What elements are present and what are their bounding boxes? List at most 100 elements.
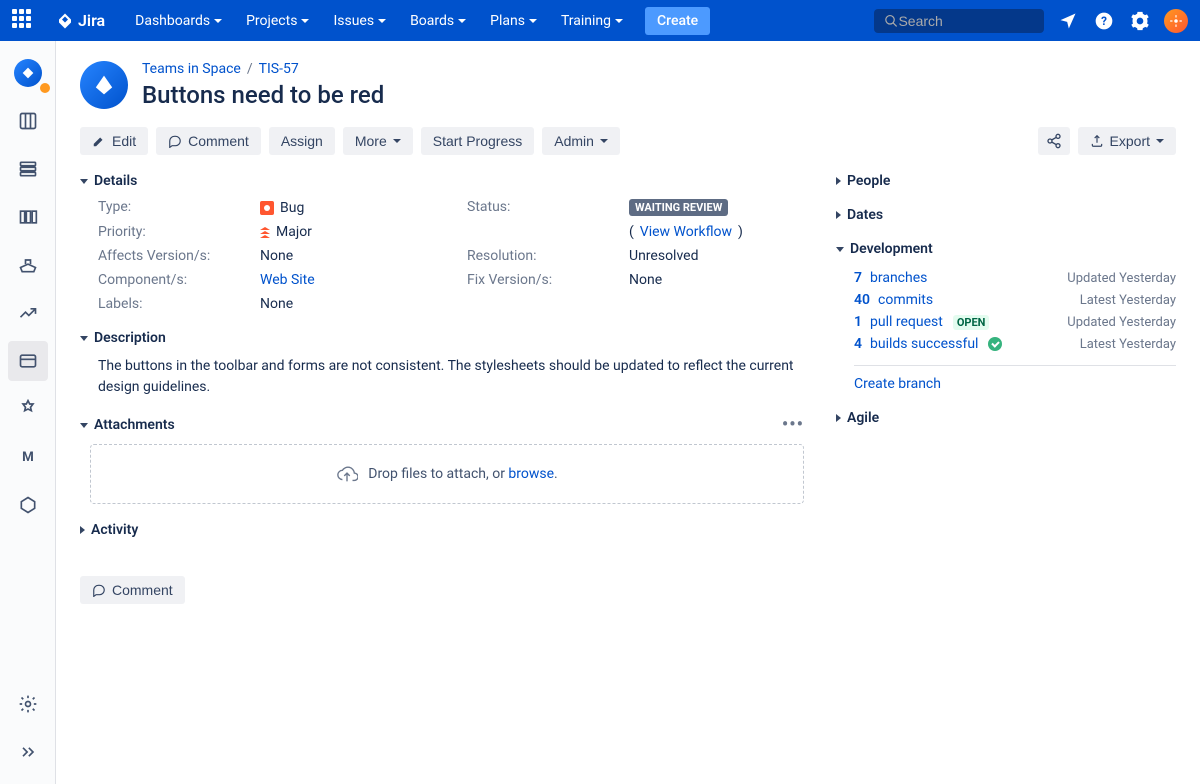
share-button[interactable] bbox=[1038, 127, 1070, 155]
description-section: Description The buttons in the toolbar a… bbox=[80, 330, 804, 398]
activity-header[interactable]: Activity bbox=[80, 522, 804, 538]
chevron-right-icon bbox=[836, 414, 841, 422]
chevron-down-icon bbox=[80, 336, 88, 341]
status-value: WAITING REVIEW bbox=[629, 199, 804, 216]
sidebar-project[interactable] bbox=[8, 53, 48, 93]
description-header[interactable]: Description bbox=[80, 330, 804, 346]
left-sidebar: M bbox=[0, 41, 56, 784]
open-lozenge: OPEN bbox=[953, 315, 990, 330]
nav-projects[interactable]: Projects bbox=[236, 7, 319, 35]
breadcrumb-issue-key[interactable]: TIS-57 bbox=[259, 61, 299, 77]
dates-header[interactable]: Dates bbox=[836, 207, 1176, 223]
sidebar-hex-icon[interactable] bbox=[8, 485, 48, 525]
description-text: The buttons in the toolbar and forms are… bbox=[80, 356, 804, 398]
notifications-icon[interactable] bbox=[1056, 9, 1080, 33]
dev-commits-row[interactable]: 40 commits Latest Yesterday bbox=[854, 289, 1176, 311]
priority-major-icon bbox=[260, 227, 270, 238]
assign-button[interactable]: Assign bbox=[269, 127, 335, 155]
sidebar-m-icon[interactable]: M bbox=[8, 437, 48, 477]
view-workflow-link[interactable]: View Workflow bbox=[640, 224, 732, 240]
nav-training[interactable]: Training bbox=[551, 7, 633, 35]
comment-icon bbox=[92, 583, 106, 597]
search-input[interactable] bbox=[898, 13, 1034, 29]
project-avatar bbox=[80, 61, 128, 109]
comment-button-bottom[interactable]: Comment bbox=[80, 576, 185, 604]
details-header[interactable]: Details bbox=[80, 173, 804, 189]
component-link[interactable]: Web Site bbox=[260, 272, 315, 288]
svg-text:?: ? bbox=[1101, 14, 1107, 28]
sidebar-settings-icon[interactable] bbox=[8, 684, 48, 724]
status-label: Status: bbox=[467, 199, 597, 216]
app-switcher-icon[interactable] bbox=[12, 9, 36, 33]
chevron-down-icon bbox=[80, 423, 88, 428]
help-icon[interactable]: ? bbox=[1092, 9, 1116, 33]
component-label: Component/s: bbox=[98, 272, 228, 288]
user-avatar[interactable] bbox=[1164, 9, 1188, 33]
nav-dashboards[interactable]: Dashboards bbox=[125, 7, 232, 35]
settings-icon[interactable] bbox=[1128, 9, 1152, 33]
chevron-right-icon bbox=[836, 211, 841, 219]
development-header[interactable]: Development bbox=[836, 241, 1176, 257]
chevron-down-icon bbox=[600, 139, 608, 143]
export-button[interactable]: Export bbox=[1078, 127, 1176, 155]
attachments-section: Attachments ••• Drop files to attach, or… bbox=[80, 416, 804, 504]
agile-header[interactable]: Agile bbox=[836, 410, 1176, 426]
fix-value: None bbox=[629, 272, 804, 288]
pencil-icon bbox=[92, 134, 106, 148]
breadcrumb: Teams in Space / TIS-57 bbox=[142, 61, 384, 77]
people-header[interactable]: People bbox=[836, 173, 1176, 189]
sidebar-columns-icon[interactable] bbox=[8, 197, 48, 237]
browse-link[interactable]: browse bbox=[508, 466, 554, 482]
sidebar-issues-icon[interactable] bbox=[8, 341, 48, 381]
component-value: Web Site bbox=[260, 272, 435, 288]
sidebar-backlog-icon[interactable] bbox=[8, 149, 48, 189]
check-icon bbox=[988, 337, 1002, 351]
view-workflow: (View Workflow) bbox=[629, 224, 804, 240]
development-section: Development 7 branches Updated Yesterday… bbox=[836, 241, 1176, 392]
more-button[interactable]: More bbox=[343, 127, 413, 155]
top-navbar: Jira Dashboards Projects Issues Boards P… bbox=[0, 0, 1200, 41]
type-value: Bug bbox=[260, 199, 435, 216]
nav-issues[interactable]: Issues bbox=[323, 7, 396, 35]
jira-logo[interactable]: Jira bbox=[56, 11, 105, 30]
affects-label: Affects Version/s: bbox=[98, 248, 228, 264]
search-box[interactable] bbox=[874, 9, 1044, 33]
agile-section: Agile bbox=[836, 410, 1176, 426]
admin-button[interactable]: Admin bbox=[542, 127, 620, 155]
dev-branches-row[interactable]: 7 branches Updated Yesterday bbox=[854, 267, 1176, 289]
nav-plans[interactable]: Plans bbox=[480, 7, 547, 35]
sidebar-reports-icon[interactable] bbox=[8, 293, 48, 333]
sidebar-addon-icon[interactable] bbox=[8, 389, 48, 429]
dates-section: Dates bbox=[836, 207, 1176, 223]
nav-boards[interactable]: Boards bbox=[400, 7, 476, 35]
details-section: Details Type: Bug Status: WAITING REVIEW… bbox=[80, 173, 804, 312]
start-progress-button[interactable]: Start Progress bbox=[421, 127, 534, 155]
sidebar-board-icon[interactable] bbox=[8, 101, 48, 141]
fix-label: Fix Version/s: bbox=[467, 272, 597, 288]
dev-pull-row[interactable]: 1 pull requestOPEN Updated Yesterday bbox=[854, 311, 1176, 333]
chevron-right-icon bbox=[836, 177, 841, 185]
drop-text: Drop files to attach, or bbox=[368, 466, 508, 482]
sidebar-collapse-icon[interactable] bbox=[8, 732, 48, 772]
breadcrumb-project[interactable]: Teams in Space bbox=[142, 61, 241, 77]
chevron-down-icon bbox=[615, 19, 623, 23]
labels-label: Labels: bbox=[98, 296, 228, 312]
comment-button[interactable]: Comment bbox=[156, 127, 261, 155]
create-button[interactable]: Create bbox=[645, 7, 710, 35]
logo-text: Jira bbox=[78, 11, 105, 30]
chevron-down-icon bbox=[836, 247, 844, 252]
priority-value: Major bbox=[260, 224, 435, 240]
activity-section: Activity bbox=[80, 522, 804, 538]
chevron-down-icon bbox=[80, 179, 88, 184]
priority-label: Priority: bbox=[98, 224, 228, 240]
sidebar-ship-icon[interactable] bbox=[8, 245, 48, 285]
resolution-value: Unresolved bbox=[629, 248, 804, 264]
edit-button[interactable]: Edit bbox=[80, 127, 148, 155]
dev-builds-row[interactable]: 4 builds successful Latest Yesterday bbox=[854, 333, 1176, 355]
search-icon bbox=[884, 13, 898, 29]
attachments-header[interactable]: Attachments ••• bbox=[80, 416, 804, 434]
create-branch-link[interactable]: Create branch bbox=[854, 376, 1176, 392]
attachments-more-icon[interactable]: ••• bbox=[782, 416, 804, 434]
labels-value: None bbox=[260, 296, 435, 312]
attachments-dropzone[interactable]: Drop files to attach, or browse. bbox=[90, 444, 804, 504]
